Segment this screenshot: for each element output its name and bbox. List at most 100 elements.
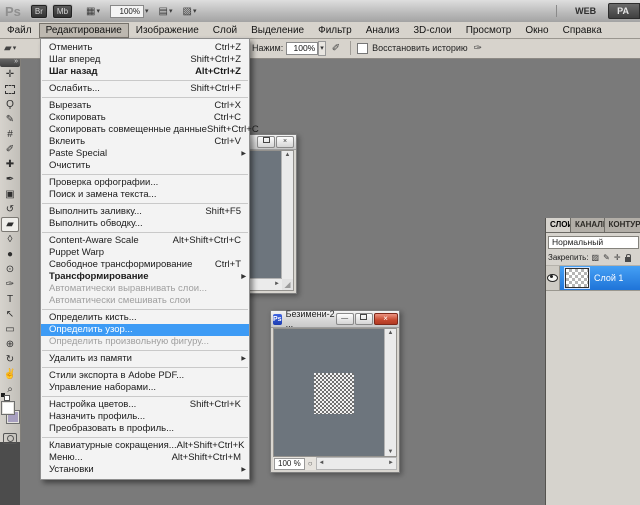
edit-menu-item-33[interactable]: Управление наборами... bbox=[41, 382, 249, 394]
panel-tab-0[interactable]: СЛОИ bbox=[546, 218, 571, 232]
workspace-web-button[interactable]: WEB bbox=[567, 4, 604, 18]
scroll-left-icon[interactable]: ◄ bbox=[319, 460, 325, 466]
document-window-untitled2[interactable]: Ps Безимени-2 ... — × ▲ ▼ 100 % ○ ◄ ► bbox=[270, 310, 400, 473]
workspace-partial-button[interactable]: PA bbox=[608, 3, 640, 19]
airbrush-icon[interactable]: ✐ bbox=[332, 43, 340, 54]
move-tool[interactable]: ✛ bbox=[0, 67, 20, 82]
menubar-item-4[interactable]: Выделение bbox=[244, 23, 311, 38]
edit-menu-item-19[interactable]: Content-Aware ScaleAlt+Shift+Ctrl+C bbox=[41, 235, 249, 247]
panel-tab-2[interactable]: КОНТУРЫ bbox=[605, 218, 640, 232]
tool-preset-picker[interactable]: ▰ ▾ bbox=[4, 43, 18, 54]
crop-tool[interactable]: # bbox=[0, 127, 20, 142]
tools-collapse-button[interactable]: » bbox=[0, 58, 20, 67]
marquee-tool[interactable] bbox=[0, 82, 20, 97]
edit-menu-item-37[interactable]: Преобразовать в профиль... bbox=[41, 423, 249, 435]
edit-menu-item-41[interactable]: Установки▶ bbox=[41, 464, 249, 476]
horizontal-scrollbar[interactable]: ◄ ► bbox=[316, 457, 397, 470]
quick-selection-tool[interactable]: ✎ bbox=[0, 112, 20, 127]
chevron-down-icon[interactable]: ▾ bbox=[193, 7, 197, 15]
history-airbrush-icon[interactable]: ✑ bbox=[474, 43, 482, 54]
zoom-level-dropdown[interactable]: 100% bbox=[110, 5, 144, 18]
history-brush-tool[interactable]: ↺ bbox=[0, 202, 20, 217]
edit-menu-item-35[interactable]: Настройка цветов...Shift+Ctrl+K bbox=[41, 399, 249, 411]
edit-menu-item-1[interactable]: Шаг впередShift+Ctrl+Z bbox=[41, 54, 249, 66]
screen-mode-icon[interactable]: ▧ bbox=[182, 6, 191, 17]
type-tool[interactable]: T bbox=[0, 292, 20, 307]
edit-menu-item-14[interactable]: Поиск и замена текста... bbox=[41, 189, 249, 201]
pressure-input[interactable]: 100% bbox=[286, 42, 318, 55]
edit-menu-item-39[interactable]: Клавиатурные сокращения...Alt+Shift+Ctrl… bbox=[41, 440, 249, 452]
document-canvas[interactable]: ▲ ▼ bbox=[273, 328, 397, 457]
chevron-down-icon[interactable]: ▾ bbox=[169, 7, 173, 15]
chevron-down-icon[interactable]: ▾ bbox=[96, 7, 100, 15]
lasso-tool[interactable]: Ϙ bbox=[0, 97, 20, 112]
bridge-button[interactable]: Br bbox=[31, 5, 47, 18]
lock-paint-icon[interactable]: ✎ bbox=[603, 254, 610, 262]
foreground-color-swatch[interactable] bbox=[1, 401, 15, 415]
resize-grip[interactable]: ◢ bbox=[282, 279, 293, 290]
scroll-right-icon[interactable]: ► bbox=[388, 460, 394, 466]
hand-tool[interactable]: ✌ bbox=[0, 367, 20, 382]
shape-tool[interactable]: ▭ bbox=[0, 322, 20, 337]
edit-menu-item-21[interactable]: Свободное трансформированиеCtrl+T bbox=[41, 259, 249, 271]
edit-menu-item-4[interactable]: Ослабить...Shift+Ctrl+F bbox=[41, 83, 249, 95]
document-zoom-input[interactable]: 100 % bbox=[274, 458, 305, 470]
edit-menu-item-17[interactable]: Выполнить обводку... bbox=[41, 218, 249, 230]
panel-tab-1[interactable]: КАНАЛЫ bbox=[571, 218, 605, 232]
default-colors-icon[interactable] bbox=[1, 393, 9, 399]
layer-thumbnail[interactable] bbox=[565, 268, 589, 288]
rotate-3d-tool[interactable]: ⊕ bbox=[0, 337, 20, 352]
view-extras-icon[interactable]: ▤ bbox=[159, 6, 168, 17]
scroll-up-icon[interactable]: ▲ bbox=[282, 152, 293, 158]
edit-menu-item-7[interactable]: СкопироватьCtrl+C bbox=[41, 112, 249, 124]
vertical-scrollbar[interactable]: ▲ ▼ bbox=[384, 329, 396, 456]
menubar-item-1[interactable]: Редактирование bbox=[39, 23, 129, 38]
scroll-down-icon[interactable]: ▼ bbox=[385, 449, 396, 455]
menubar-item-8[interactable]: Просмотр bbox=[459, 23, 519, 38]
pressure-dropdown-button[interactable]: ▾ bbox=[318, 41, 326, 56]
menubar-item-7[interactable]: 3D-слои bbox=[406, 23, 458, 38]
edit-menu-item-2[interactable]: Шаг назадAlt+Ctrl+Z bbox=[41, 66, 249, 78]
edit-menu-item-8[interactable]: Скопировать совмещенные данныеShift+Ctrl… bbox=[41, 124, 249, 136]
edit-menu-item-28[interactable]: Определить произвольную фигуру... bbox=[41, 336, 249, 348]
gradient-tool[interactable]: ◊ bbox=[0, 232, 20, 247]
lock-position-icon[interactable]: ✛ bbox=[614, 254, 621, 262]
edit-menu-item-27[interactable]: Определить узор... bbox=[41, 324, 249, 336]
edit-menu-item-10[interactable]: Paste Special▶ bbox=[41, 148, 249, 160]
edit-menu-item-32[interactable]: Стили экспорта в Adobe PDF... bbox=[41, 370, 249, 382]
clone-stamp-tool[interactable]: ▣ bbox=[0, 187, 20, 202]
eyedropper-tool[interactable]: ✐ bbox=[0, 142, 20, 157]
dodge-tool[interactable]: ⊙ bbox=[0, 262, 20, 277]
scroll-up-icon[interactable]: ▲ bbox=[385, 330, 396, 336]
edit-menu-item-13[interactable]: Проверка орфографии... bbox=[41, 177, 249, 189]
menubar-item-0[interactable]: Файл bbox=[0, 23, 39, 38]
lock-transparency-icon[interactable]: ▨ bbox=[592, 254, 600, 262]
edit-menu-item-23[interactable]: Автоматически выравнивать слои... bbox=[41, 283, 249, 295]
maximize-button[interactable] bbox=[355, 313, 373, 325]
edit-menu-item-26[interactable]: Определить кисть... bbox=[41, 312, 249, 324]
blend-mode-select[interactable]: Нормальный bbox=[548, 236, 639, 249]
edit-menu-item-20[interactable]: Puppet Warp bbox=[41, 247, 249, 259]
menubar-item-3[interactable]: Слой bbox=[206, 23, 244, 38]
window-titlebar[interactable]: Ps Безимени-2 ... — × bbox=[271, 311, 399, 328]
layer-row-sloy1[interactable]: Слой 1 bbox=[546, 266, 640, 291]
path-selection-tool[interactable]: ↖ bbox=[0, 307, 20, 322]
menubar-item-5[interactable]: Фильтр bbox=[311, 23, 359, 38]
edit-menu-item-16[interactable]: Выполнить заливку...Shift+F5 bbox=[41, 206, 249, 218]
status-info-icon[interactable]: ○ bbox=[308, 459, 313, 468]
close-button[interactable]: × bbox=[374, 313, 398, 325]
scroll-right-icon[interactable]: ► bbox=[274, 281, 280, 287]
erase-to-history-checkbox[interactable] bbox=[357, 43, 368, 54]
layer-name[interactable]: Слой 1 bbox=[594, 273, 623, 283]
chevron-down-icon[interactable]: ▾ bbox=[145, 7, 149, 15]
menubar-item-9[interactable]: Окно bbox=[518, 23, 555, 38]
edit-menu-item-30[interactable]: Удалить из памяти▶ bbox=[41, 353, 249, 365]
edit-menu-item-11[interactable]: Очистить bbox=[41, 160, 249, 172]
blur-tool[interactable]: ● bbox=[0, 247, 20, 262]
quick-mask-button[interactable] bbox=[3, 433, 17, 444]
pen-tool[interactable]: ✑ bbox=[0, 277, 20, 292]
minimize-button[interactable]: — bbox=[336, 313, 354, 325]
menubar-item-6[interactable]: Анализ bbox=[359, 23, 407, 38]
edit-menu-item-24[interactable]: Автоматически смешивать слои bbox=[41, 295, 249, 307]
edit-menu-item-22[interactable]: Трансформирование▶ bbox=[41, 271, 249, 283]
